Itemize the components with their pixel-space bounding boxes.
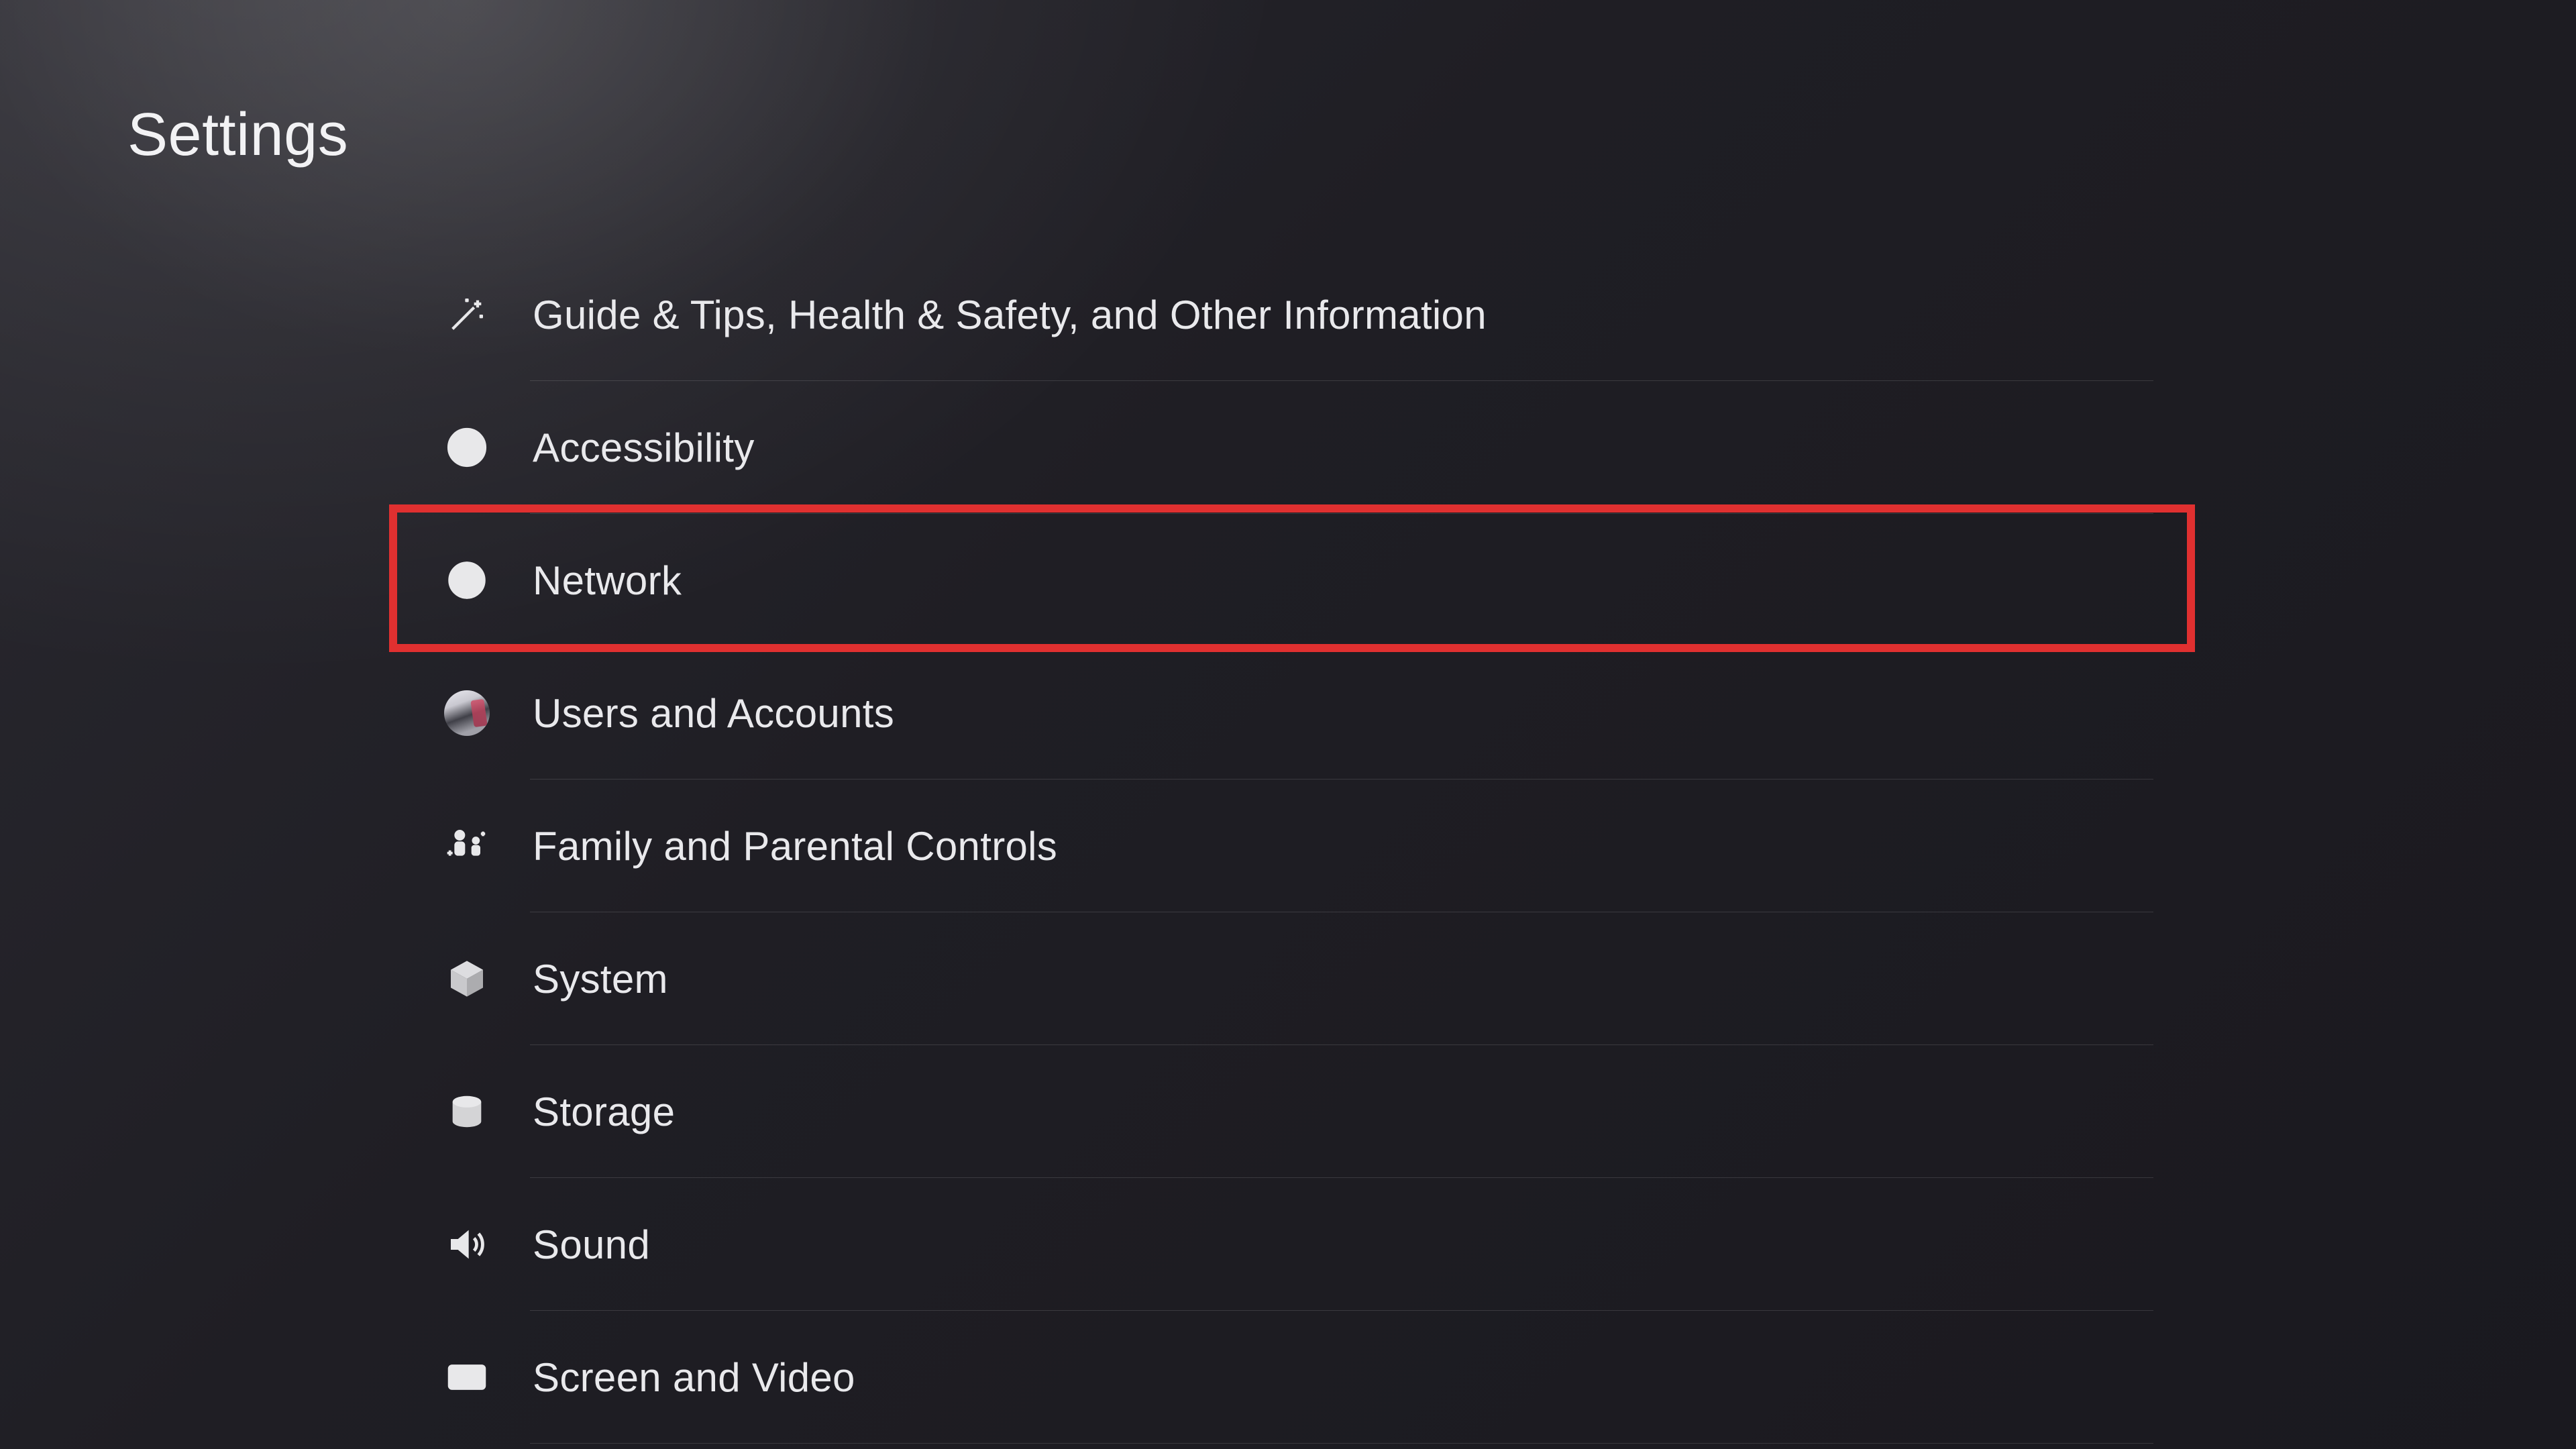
menu-item-label: Users and Accounts: [533, 690, 894, 737]
page-title: Settings: [127, 101, 348, 170]
display-icon: [440, 1350, 494, 1404]
menu-item-guide-tips[interactable]: Guide & Tips, Health & Safety, and Other…: [396, 248, 2153, 381]
menu-item-users-accounts[interactable]: Users and Accounts: [396, 647, 2153, 780]
divider: [530, 1443, 2153, 1444]
menu-item-label: Accessibility: [533, 425, 755, 471]
family-icon: [440, 819, 494, 873]
cube-icon: [440, 952, 494, 1006]
sparkle-wand-icon: [440, 288, 494, 341]
menu-item-network[interactable]: Network: [396, 514, 2153, 647]
globe-icon: [440, 553, 494, 607]
menu-item-label: System: [533, 956, 668, 1002]
menu-item-system[interactable]: System: [396, 912, 2153, 1045]
menu-item-storage[interactable]: Storage: [396, 1045, 2153, 1178]
menu-item-label: Storage: [533, 1089, 675, 1135]
menu-item-label: Family and Parental Controls: [533, 823, 1057, 869]
storage-icon: [440, 1085, 494, 1138]
settings-menu: Guide & Tips, Health & Safety, and Other…: [396, 248, 2153, 1444]
avatar-icon: [440, 686, 494, 740]
menu-item-accessibility[interactable]: Accessibility: [396, 381, 2153, 514]
menu-item-screen-video[interactable]: Screen and Video: [396, 1311, 2153, 1444]
menu-item-family-parental[interactable]: Family and Parental Controls: [396, 780, 2153, 912]
accessibility-icon: [440, 421, 494, 474]
menu-item-label: Guide & Tips, Health & Safety, and Other…: [533, 292, 1487, 338]
menu-item-label: Network: [533, 557, 682, 604]
menu-item-sound[interactable]: Sound: [396, 1178, 2153, 1311]
speaker-icon: [440, 1218, 494, 1271]
menu-item-label: Sound: [533, 1222, 650, 1268]
menu-item-label: Screen and Video: [533, 1354, 855, 1401]
